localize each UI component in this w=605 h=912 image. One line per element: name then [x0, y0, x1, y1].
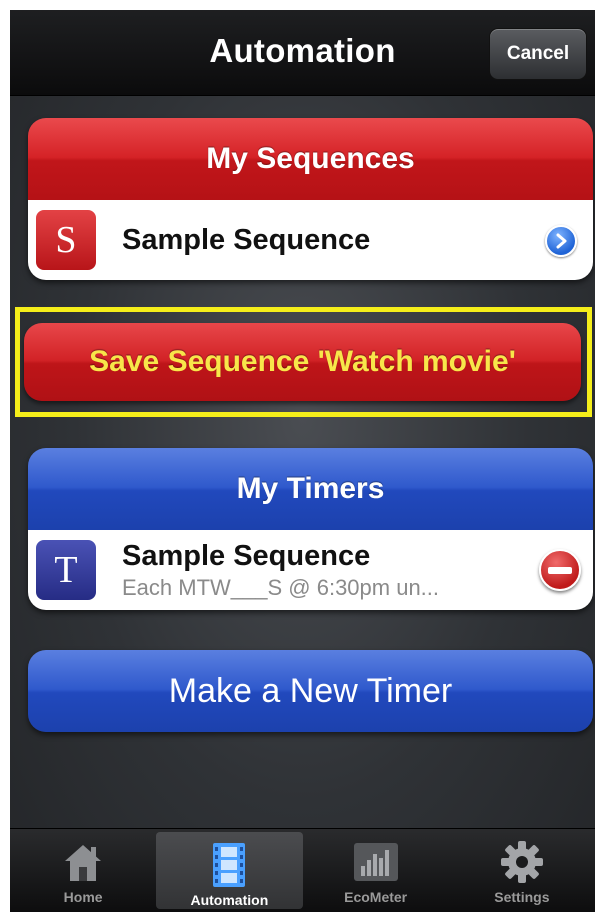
make-new-timer-button[interactable]: Make a New Timer	[28, 650, 593, 732]
timers-panel: My Timers T Sample Sequence Each MTW___S…	[28, 448, 593, 610]
timer-letter-icon: T	[36, 540, 96, 600]
bar-meter-icon	[353, 837, 399, 887]
tab-settings-label: Settings	[494, 889, 550, 905]
tab-settings[interactable]: Settings	[449, 829, 595, 912]
sequence-row[interactable]: S Sample Sequence	[28, 200, 593, 280]
timer-schedule: Each MTW___S @ 6:30pm un...	[122, 574, 440, 600]
sequence-letter-icon: S	[36, 210, 96, 270]
gear-icon	[500, 837, 544, 887]
cancel-button[interactable]: Cancel	[489, 28, 587, 80]
tab-home-label: Home	[63, 889, 103, 905]
disclosure-icon[interactable]	[545, 225, 577, 257]
tab-automation-label: Automation	[190, 892, 269, 908]
delete-icon[interactable]	[539, 549, 581, 591]
app-screen: Automation Cancel My Sequences S Sample …	[10, 10, 595, 912]
sequence-title: Sample Sequence	[122, 223, 371, 256]
tab-ecometer-label: EcoMeter	[344, 889, 408, 905]
timers-header: My Timers	[28, 448, 593, 530]
timer-row[interactable]: T Sample Sequence Each MTW___S @ 6:30pm …	[28, 530, 593, 610]
tab-automation[interactable]: Automation	[156, 832, 303, 909]
home-icon	[63, 837, 103, 887]
tab-home[interactable]: Home	[10, 829, 156, 912]
nav-bar: Automation Cancel	[10, 10, 595, 96]
save-sequence-button[interactable]: Save Sequence 'Watch movie'	[24, 323, 581, 401]
tab-ecometer[interactable]: EcoMeter	[303, 829, 449, 912]
sequences-panel: My Sequences S Sample Sequence	[28, 118, 593, 280]
tab-bar: Home Automation EcoMeter Settings	[10, 828, 595, 912]
timer-title: Sample Sequence	[122, 539, 371, 572]
film-icon	[209, 840, 249, 890]
sequences-header: My Sequences	[28, 118, 593, 200]
